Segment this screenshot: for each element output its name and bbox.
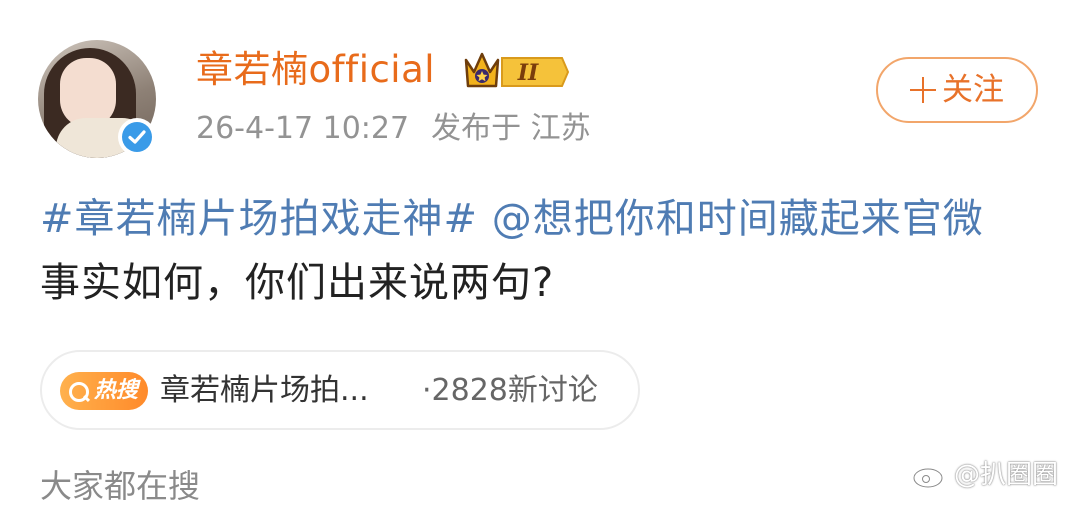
weibo-logo-icon bbox=[912, 462, 949, 489]
watermark-text: @扒圈圈 bbox=[954, 460, 1059, 490]
hot-search-tag: 热搜 bbox=[94, 378, 139, 403]
badge-level: II bbox=[517, 60, 539, 86]
hot-search-title: 章若楠片场拍... bbox=[160, 373, 369, 408]
section-label: 大家都在搜 bbox=[40, 467, 201, 505]
post-location: 发布于 江苏 bbox=[431, 111, 591, 146]
hot-search-card[interactable]: 热搜 章若楠片场拍... ·2828新讨论 bbox=[40, 350, 640, 430]
post-meta: 26-4-17 10:27 发布于 江苏 bbox=[196, 108, 591, 150]
search-icon bbox=[69, 382, 89, 402]
post-time: 26-4-17 10:27 bbox=[196, 111, 410, 146]
plus-icon bbox=[910, 77, 936, 103]
crown-badge-icon[interactable]: II bbox=[462, 46, 570, 98]
mention-link[interactable]: @想把你和时间藏起来官微 bbox=[492, 196, 984, 242]
follow-button[interactable]: 关注 bbox=[876, 57, 1038, 123]
discussion-count: ·2828新讨论 bbox=[422, 373, 598, 408]
post-body: 事实如何，你们出来说两句? bbox=[40, 260, 555, 306]
verified-icon bbox=[118, 118, 156, 156]
hashtag-link[interactable]: #章若楠片场拍戏走神# bbox=[40, 196, 478, 242]
post-content: #章若楠片场拍戏走神# @想把你和时间藏起来官微 事实如何，你们出来说两句? bbox=[40, 187, 1030, 315]
follow-label: 关注 bbox=[942, 72, 1004, 108]
hot-search-badge: 热搜 bbox=[60, 372, 148, 410]
username-link[interactable]: 章若楠official bbox=[196, 46, 435, 94]
